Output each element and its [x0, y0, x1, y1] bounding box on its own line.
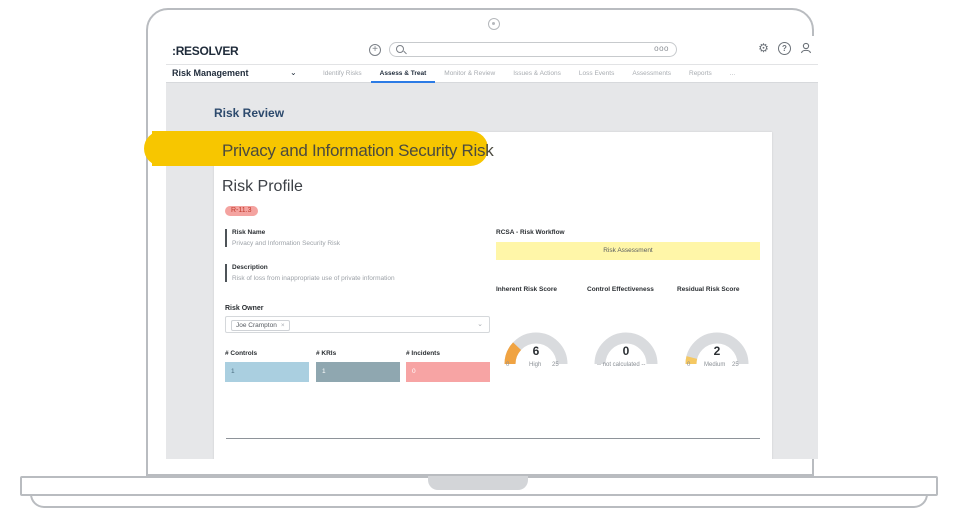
residual-score-label: Residual Risk Score	[677, 286, 740, 293]
page-title: Risk Review	[214, 106, 285, 120]
inherent-min: 0	[506, 362, 510, 368]
tab-1[interactable]: Assess & Treat	[370, 65, 436, 83]
app-logo: :RESOLVER	[172, 44, 239, 58]
nav-bar: Risk Management ⌄ Identify Risks Assess &…	[166, 65, 818, 83]
residual-max: 25	[732, 362, 739, 368]
gauge-fill	[685, 356, 698, 365]
risk-profile-heading: Risk Profile	[222, 178, 303, 195]
risk-owner-tag: Joe Crampton ×	[231, 320, 290, 331]
tab-0[interactable]: Identify Risks	[314, 65, 371, 83]
chevron-down-icon[interactable]: ⌄	[290, 68, 297, 77]
risk-name-value: Privacy and Information Security Risk	[232, 240, 341, 247]
risk-name-label: Risk Name	[232, 229, 266, 236]
residual-min: 0	[687, 362, 691, 368]
description-value: Risk of loss from inappropriate use of p…	[232, 275, 395, 282]
tab-4[interactable]: Loss Events	[570, 65, 623, 83]
kris-count[interactable]: 1	[316, 362, 400, 382]
control-effectiveness-value: 0	[622, 344, 630, 358]
workflow-label: RCSA - Risk Workflow	[496, 229, 565, 236]
search-input[interactable]: ooo	[389, 42, 677, 57]
inherent-rating: High	[529, 362, 542, 368]
nav-tabs: Identify Risks Assess & Treat Monitor & Re…	[314, 65, 744, 83]
workflow-state[interactable]: Risk Assessment	[496, 242, 760, 260]
laptop-mockup: :RESOLVER + ooo ⚙ ? Risk Management ⌄ Id…	[0, 0, 958, 516]
search-more-icon[interactable]: ooo	[654, 44, 669, 53]
kris-label: # KRIs	[316, 350, 337, 357]
chevron-down-icon[interactable]: ⌄	[477, 320, 483, 328]
incidents-label: # Incidents	[406, 350, 440, 357]
description-field: Description Risk of loss from inappropri…	[225, 264, 395, 282]
search-icon	[396, 45, 404, 53]
risk-id-badge: R-11.3	[225, 206, 258, 216]
help-icon[interactable]: ?	[778, 42, 791, 55]
gear-icon[interactable]: ⚙	[757, 42, 770, 55]
tab-3[interactable]: Issues & Actions	[504, 65, 570, 83]
top-bar: :RESOLVER + ooo ⚙ ?	[166, 36, 818, 65]
risk-owner-label: Risk Owner	[225, 305, 264, 312]
residual-score-value: 2	[713, 344, 721, 358]
control-effectiveness-label: Control Effectiveness	[587, 286, 654, 293]
risk-owner-value: Joe Crampton	[236, 322, 277, 329]
tab-2[interactable]: Monitor & Review	[435, 65, 504, 83]
user-icon[interactable]	[799, 42, 812, 55]
controls-label: # Controls	[225, 350, 258, 357]
add-icon[interactable]: +	[369, 44, 381, 56]
inherent-score-value: 6	[532, 344, 540, 358]
control-rating: -- not calculated --	[597, 362, 646, 368]
tab-6[interactable]: Reports	[680, 65, 721, 83]
app-switcher[interactable]: Risk Management	[172, 68, 249, 78]
section-divider	[226, 438, 760, 439]
residual-rating: Medium	[704, 362, 726, 368]
header-icons: ⚙ ?	[757, 42, 812, 55]
controls-count[interactable]: 1	[225, 362, 309, 382]
record-title: Privacy and Information Security Risk	[222, 141, 494, 160]
remove-owner-icon[interactable]: ×	[281, 321, 285, 330]
laptop-notch	[428, 476, 528, 490]
tab-5[interactable]: Assessments	[623, 65, 680, 83]
risk-owner-select[interactable]: Joe Crampton × ⌄	[225, 316, 490, 333]
risk-name-field: Risk Name Privacy and Information Securi…	[225, 229, 340, 247]
incidents-count[interactable]: 0	[406, 362, 490, 382]
description-label: Description	[232, 264, 268, 271]
tab-7[interactable]: ...	[721, 65, 744, 83]
inherent-score-label: Inherent Risk Score	[496, 286, 558, 293]
camera-icon	[488, 18, 500, 30]
inherent-max: 25	[552, 362, 559, 368]
laptop-base-bottom	[30, 494, 928, 508]
